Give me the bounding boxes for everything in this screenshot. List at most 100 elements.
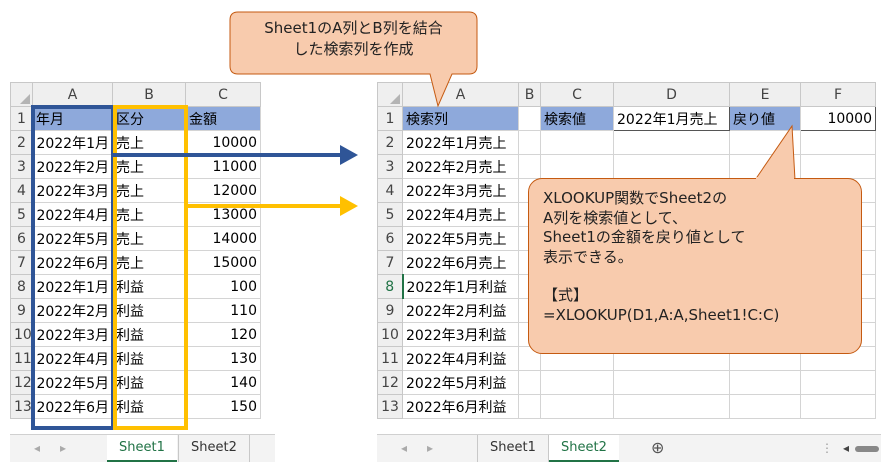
cell-category[interactable]: 売上 — [112, 226, 186, 251]
cell-amount[interactable]: 11000 — [185, 154, 261, 179]
row-header[interactable]: 13 — [10, 394, 33, 419]
row-header[interactable]: 1 — [377, 106, 403, 131]
column-header-f[interactable]: F — [800, 82, 876, 107]
row-header[interactable]: 4 — [10, 178, 33, 203]
row-header[interactable]: 4 — [377, 178, 403, 203]
cell-a1-search-column[interactable]: 検索列 — [402, 106, 519, 131]
cell-b1[interactable] — [518, 106, 541, 131]
cell-empty[interactable] — [729, 370, 801, 395]
column-header-b[interactable]: B — [518, 82, 541, 107]
cell-category[interactable]: 売上 — [112, 178, 186, 203]
cell-year-month[interactable]: 2022年5月 — [32, 226, 113, 251]
cell-search-key[interactable]: 2022年6月売上 — [402, 250, 519, 275]
tab-sheet2[interactable]: Sheet2 — [549, 435, 619, 462]
cell-year-month[interactable]: 2022年5月 — [32, 370, 113, 395]
cell-search-key[interactable]: 2022年3月売上 — [402, 178, 519, 203]
cell-category[interactable]: 利益 — [112, 346, 186, 371]
cell-amount[interactable]: 15000 — [185, 250, 261, 275]
cell-empty[interactable] — [518, 394, 541, 419]
row-header[interactable]: 9 — [10, 298, 33, 323]
row-header[interactable]: 2 — [377, 130, 403, 155]
next-sheet-icon[interactable]: ▸ — [60, 441, 66, 455]
cell-amount[interactable]: 100 — [185, 274, 261, 299]
row-header[interactable]: 1 — [10, 106, 33, 131]
prev-sheet-icon[interactable]: ◂ — [34, 441, 40, 455]
horizontal-scrollbar[interactable] — [855, 446, 879, 452]
cell-amount[interactable]: 13000 — [185, 202, 261, 227]
row-header[interactable]: 8 — [377, 274, 403, 299]
tab-sheet1[interactable]: Sheet1 — [107, 435, 177, 462]
cell-category[interactable]: 利益 — [112, 370, 186, 395]
cell-b1-header[interactable]: 区分 — [112, 106, 186, 131]
cell-category[interactable]: 売上 — [112, 130, 186, 155]
row-header[interactable]: 7 — [10, 250, 33, 275]
cell-empty[interactable] — [800, 130, 876, 155]
row-header[interactable]: 3 — [377, 154, 403, 179]
row-header[interactable]: 7 — [377, 250, 403, 275]
scroll-left-icon[interactable]: ◂ — [843, 441, 849, 455]
cell-empty[interactable] — [729, 154, 801, 179]
cell-empty[interactable] — [540, 394, 614, 419]
cell-search-key[interactable]: 2022年5月売上 — [402, 226, 519, 251]
cell-empty[interactable] — [800, 370, 876, 395]
cell-year-month[interactable]: 2022年1月 — [32, 274, 113, 299]
cell-e1-return-label[interactable]: 戻り値 — [729, 106, 801, 131]
row-header[interactable]: 2 — [10, 130, 33, 155]
cell-year-month[interactable]: 2022年2月 — [32, 298, 113, 323]
cell-c1-header[interactable]: 金額 — [185, 106, 261, 131]
cell-amount[interactable]: 120 — [185, 322, 261, 347]
cell-empty[interactable] — [729, 130, 801, 155]
row-header[interactable]: 9 — [377, 298, 403, 323]
cell-amount[interactable]: 110 — [185, 298, 261, 323]
cell-empty[interactable] — [518, 370, 541, 395]
column-header-a[interactable]: A — [402, 82, 519, 107]
row-header[interactable]: 11 — [377, 346, 403, 371]
row-header[interactable]: 10 — [377, 322, 403, 347]
column-header-a[interactable]: A — [32, 82, 113, 107]
cell-empty[interactable] — [613, 370, 730, 395]
cell-amount[interactable]: 10000 — [185, 130, 261, 155]
cell-category[interactable]: 利益 — [112, 394, 186, 419]
cell-search-key[interactable]: 2022年5月利益 — [402, 370, 519, 395]
cell-empty[interactable] — [518, 130, 541, 155]
cell-empty[interactable] — [613, 130, 730, 155]
column-header-c[interactable]: C — [185, 82, 261, 107]
row-header[interactable]: 10 — [10, 322, 33, 347]
cell-category[interactable]: 売上 — [112, 154, 186, 179]
cell-amount[interactable]: 140 — [185, 370, 261, 395]
cell-year-month[interactable]: 2022年6月 — [32, 250, 113, 275]
row-header[interactable]: 6 — [10, 226, 33, 251]
cell-c1-lookup-label[interactable]: 検索値 — [540, 106, 614, 131]
add-sheet-icon[interactable]: ⊕ — [651, 438, 664, 457]
cell-search-key[interactable]: 2022年6月利益 — [402, 394, 519, 419]
cell-empty[interactable] — [613, 394, 730, 419]
row-header[interactable]: 5 — [10, 202, 33, 227]
cell-search-key[interactable]: 2022年1月利益 — [401, 274, 519, 299]
cell-category[interactable]: 売上 — [112, 202, 186, 227]
cell-search-key[interactable]: 2022年4月利益 — [402, 346, 519, 371]
cell-empty[interactable] — [518, 154, 541, 179]
tab-sheet2[interactable]: Sheet2 — [178, 435, 250, 462]
row-header[interactable]: 12 — [10, 370, 33, 395]
next-sheet-icon[interactable]: ▸ — [427, 441, 433, 455]
cell-f1-result[interactable]: 10000 — [800, 106, 876, 131]
more-options-icon[interactable]: ⋮ — [821, 441, 833, 455]
row-header[interactable]: 13 — [377, 394, 403, 419]
column-header-b[interactable]: B — [112, 82, 186, 107]
cell-year-month[interactable]: 2022年3月 — [32, 178, 113, 203]
select-all-corner[interactable] — [377, 82, 403, 107]
cell-empty[interactable] — [800, 394, 876, 419]
cell-search-key[interactable]: 2022年2月売上 — [402, 154, 519, 179]
cell-empty[interactable] — [540, 370, 614, 395]
cell-amount[interactable]: 150 — [185, 394, 261, 419]
row-header[interactable]: 3 — [10, 154, 33, 179]
column-header-e[interactable]: E — [729, 82, 801, 107]
cell-amount[interactable]: 14000 — [185, 226, 261, 251]
cell-empty[interactable] — [729, 394, 801, 419]
cell-empty[interactable] — [540, 130, 614, 155]
cell-category[interactable]: 売上 — [112, 250, 186, 275]
cell-empty[interactable] — [540, 154, 614, 179]
row-header[interactable]: 8 — [10, 274, 33, 299]
cell-empty[interactable] — [800, 154, 876, 179]
tab-sheet1[interactable]: Sheet1 — [477, 435, 549, 462]
